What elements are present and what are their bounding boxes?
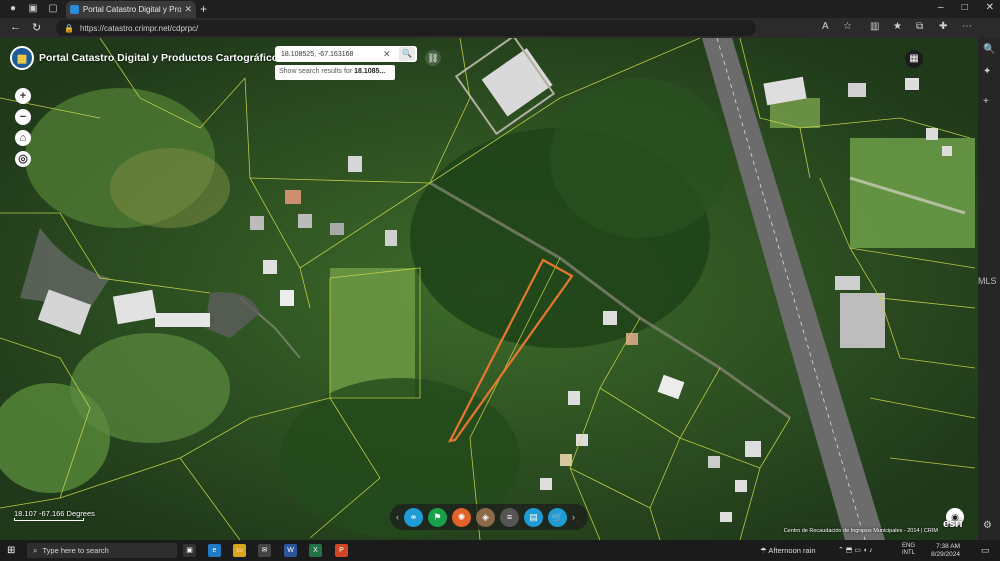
search-suggestion[interactable]: Show search results for 18.1085... xyxy=(275,65,395,80)
notifications-icon[interactable]: ▭ xyxy=(981,545,990,556)
map-attribution: Centro de Recaudación de Ingresos Munici… xyxy=(783,528,938,534)
maximize-button[interactable]: □ xyxy=(962,2,968,13)
system-tray-icons[interactable]: ⌃ ⬒ ▭ ◖ ♪ xyxy=(838,546,873,554)
suggestion-prefix: Show search results for xyxy=(279,68,353,75)
locate-icon[interactable]: ◎ xyxy=(15,151,31,167)
favorites-icon[interactable]: ★ xyxy=(893,21,902,32)
home-icon[interactable]: ⌂ xyxy=(15,130,31,146)
flag-icon[interactable]: ⚑ xyxy=(428,507,447,527)
taskbar-search-icon: ⌕ xyxy=(33,545,38,555)
url-text: https://catastro.crimpr.net/cdprpc/ xyxy=(79,23,199,33)
tab-title: Portal Catastro Digital y Producto xyxy=(82,5,182,14)
map-view[interactable]: ▦ Portal Catastro Digital y Productos Ca… xyxy=(0,38,978,540)
lock-icon[interactable]: 🔒 xyxy=(64,24,74,33)
clock-time: 7:38 AM xyxy=(936,543,960,550)
tab-close-icon[interactable]: ✕ xyxy=(184,4,192,15)
taskbar-search[interactable]: ⌕ Type here to search xyxy=(27,543,177,558)
search-box: ✕ 🔍 xyxy=(275,46,417,62)
new-tab-button[interactable]: + xyxy=(200,2,207,16)
collections-icon[interactable]: ⧉ xyxy=(916,21,923,32)
edge-app-icon[interactable]: e xyxy=(208,544,221,557)
list-icon[interactable]: ≡ xyxy=(500,507,519,527)
basemap-gallery-icon[interactable]: ▦ xyxy=(905,50,923,68)
mail-app-icon[interactable]: ✉ xyxy=(258,544,271,557)
task-view-icon[interactable]: ▣ xyxy=(183,544,196,557)
sidebar-search-icon[interactable]: 🔍 xyxy=(983,44,995,55)
sidebar-tools-icon[interactable]: ✦ xyxy=(983,66,991,77)
esri-logo: esri xyxy=(943,518,963,530)
browser-tab[interactable]: Portal Catastro Digital y Producto ✕ xyxy=(66,1,196,18)
toolbar-next-icon[interactable]: › xyxy=(572,512,580,522)
tab-actions-icon[interactable]: ▢ xyxy=(46,3,60,15)
measure-icon[interactable]: ✺ xyxy=(452,507,471,527)
back-icon[interactable]: ← xyxy=(10,21,21,33)
crim-logo-icon[interactable]: ▦ xyxy=(10,46,34,70)
refresh-icon[interactable]: ↻ xyxy=(32,21,41,34)
system-clock[interactable]: 7:38 AM 8/29/2024 xyxy=(920,543,960,559)
excel-app-icon[interactable]: X xyxy=(309,544,322,557)
zoom-in-button[interactable]: + xyxy=(15,88,31,104)
coordinate-readout: 18.107 -67.166 Degrees xyxy=(14,509,95,518)
language-indicator[interactable]: ENG INTL xyxy=(902,543,915,557)
word-app-icon[interactable]: W xyxy=(284,544,297,557)
close-window-button[interactable]: ✕ xyxy=(986,2,994,13)
weather-text: Afternoon rain xyxy=(768,546,816,555)
workspaces-icon[interactable]: ▣ xyxy=(26,3,40,15)
link-icon[interactable]: ⛓ xyxy=(425,50,441,66)
search-input[interactable] xyxy=(275,50,379,58)
edge-sidebar: 🔍 ✦ + ⚙ xyxy=(978,38,1000,540)
toolbar-prev-icon[interactable]: ‹ xyxy=(396,512,404,522)
zoom-out-button[interactable]: − xyxy=(15,109,31,125)
tab-favicon-icon xyxy=(70,5,79,14)
address-bar[interactable]: 🔒 https://catastro.crimpr.net/cdprpc/ xyxy=(56,20,756,36)
more-menu-icon[interactable]: ⋯ xyxy=(962,21,972,32)
keyboard-layout: INTL xyxy=(902,550,916,556)
language-code: ENG xyxy=(902,543,916,549)
split-screen-icon[interactable]: ▥ xyxy=(870,21,879,32)
read-aloud-icon[interactable]: A xyxy=(822,21,829,32)
sidebar-settings-icon[interactable]: ⚙ xyxy=(983,520,992,531)
aerial-imagery xyxy=(0,38,978,540)
favorite-star-icon[interactable]: ☆ xyxy=(843,21,852,32)
print-icon[interactable]: ▤ xyxy=(524,507,543,527)
sidebar-add-icon[interactable]: + xyxy=(983,96,989,107)
powerpoint-app-icon[interactable]: P xyxy=(335,544,348,557)
app-title: Portal Catastro Digital y Productos Cart… xyxy=(39,52,285,64)
binoculars-icon[interactable]: ⚭ xyxy=(404,507,423,527)
scale-bar xyxy=(14,518,84,521)
windows-taskbar: ⊞ ⌕ Type here to search ▣ e ▭ ✉ W X P ☂ … xyxy=(0,540,1000,561)
taskbar-search-text: Type here to search xyxy=(42,546,109,555)
file-explorer-icon[interactable]: ▭ xyxy=(233,544,246,557)
search-icon[interactable]: 🔍 xyxy=(399,47,415,61)
extensions-icon[interactable]: ✚ xyxy=(939,21,947,32)
clear-search-icon[interactable]: ✕ xyxy=(383,49,391,60)
map-toolbar: ‹ ⚭ ⚑ ✺ ◈ ≡ ▤ 🛒 › xyxy=(390,504,588,530)
mls-label: MLS xyxy=(978,276,997,286)
browser-tab-strip: ● ▣ ▢ Portal Catastro Digital y Producto… xyxy=(0,0,1000,18)
windows-start-icon[interactable]: ⊞ xyxy=(7,545,18,556)
clock-date: 8/29/2024 xyxy=(931,551,960,558)
suggestion-query: 18.1085... xyxy=(354,68,386,75)
layers-icon[interactable]: ◈ xyxy=(476,507,495,527)
cart-icon[interactable]: 🛒 xyxy=(548,507,567,527)
window-controls: – □ ✕ xyxy=(938,2,994,13)
address-bar-row: ← ↻ 🔒 https://catastro.crimpr.net/cdprpc… xyxy=(0,18,1000,38)
weather-widget[interactable]: ☂ Afternoon rain xyxy=(760,546,816,555)
minimize-button[interactable]: – xyxy=(938,2,944,13)
profile-icon[interactable]: ● xyxy=(6,3,20,15)
